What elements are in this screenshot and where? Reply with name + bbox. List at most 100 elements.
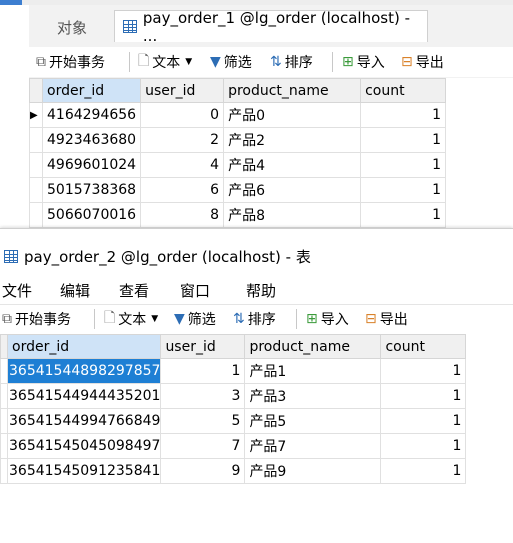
product-name-cell[interactable]: 产品6 [223,177,362,203]
filter-button[interactable]: ▼ 筛选 [174,308,216,330]
filter-label: 筛选 [223,55,252,71]
count-cell[interactable]: 1 [380,383,467,409]
export-label: 导出 [379,312,408,328]
user-id-cell[interactable]: 2 [140,127,225,153]
order-id-cell[interactable]: 36541545045098497 [6,433,162,459]
product-name-cell[interactable]: 产品4 [223,152,362,178]
table-row[interactable]: 4969601024 4 产品4 1 [29,152,447,178]
order-id-cell[interactable]: 4923463680 [41,127,142,153]
row-header [0,383,8,409]
user-id-cell[interactable]: 3 [160,383,246,409]
menu-window[interactable]: 窗口 [180,280,210,301]
filter-button[interactable]: ▼ 筛选 [210,51,252,73]
column-header-user-id[interactable]: user_id [140,78,225,103]
user-id-cell[interactable]: 9 [160,458,246,484]
export-button[interactable]: ⊟ 导出 [365,308,408,330]
column-header-order-id[interactable]: order_id [41,78,142,103]
text-label: 文本 [118,312,147,328]
table-icon [4,249,18,263]
table-row[interactable]: 36541544994766849 5 产品5 1 [0,408,467,434]
order-id-cell[interactable]: 5015738368 [41,177,142,203]
count-cell[interactable]: 1 [360,127,447,153]
order-id-cell[interactable]: 5066070016 [41,202,142,228]
import-button[interactable]: ⊞ 导入 [342,51,385,73]
import-label: 导入 [320,312,349,328]
user-id-cell[interactable]: 7 [160,433,246,459]
menu-file[interactable]: 文件 [2,280,32,301]
table-header-row: order_id user_id product_name count [0,334,467,359]
table-icon [123,20,137,33]
window-title-bar: pay_order_2 @lg_order (localhost) - 表 [4,243,311,269]
export-button[interactable]: ⊟ 导出 [401,51,444,73]
begin-transaction-button[interactable]: ⧉ 开始事务 [2,308,71,330]
text-dropdown-button[interactable]: 🗋 文本 ▼ [104,308,158,330]
column-header-product-name[interactable]: product_name [244,334,382,359]
row-header-corner [29,78,43,103]
document-icon: 🗋 [104,310,116,326]
sort-label: 排序 [284,55,313,71]
column-header-order-id[interactable]: order_id [6,334,162,359]
bottom-grid: order_id user_id product_name count 3654… [0,334,513,484]
column-header-count[interactable]: count [360,78,447,103]
begin-transaction-button[interactable]: ⧉ 开始事务 [36,51,105,73]
text-dropdown-button[interactable]: 🗋 文本 ▼ [138,51,192,73]
product-name-cell[interactable]: 产品5 [244,408,382,434]
count-cell[interactable]: 1 [380,408,467,434]
begin-transaction-label: 开始事务 [15,312,71,328]
sort-button[interactable]: ⇅ 排序 [233,308,276,330]
product-name-cell[interactable]: 产品1 [244,358,382,384]
menu-help[interactable]: 帮助 [246,280,276,301]
count-cell[interactable]: 1 [380,358,467,384]
row-header [29,202,43,228]
menu-view[interactable]: 查看 [119,280,149,301]
column-header-product-name[interactable]: product_name [223,78,362,103]
table-row[interactable]: 5066070016 8 产品8 1 [29,202,447,228]
count-cell[interactable]: 1 [380,433,467,459]
product-name-cell[interactable]: 产品3 [244,383,382,409]
top-grid: order_id user_id product_name count ▶ 41… [29,78,513,228]
tab-pay-order-1[interactable]: pay_order_1 @lg_order (localhost) - ... [114,9,428,45]
user-id-cell[interactable]: 1 [160,358,246,384]
column-header-count[interactable]: count [380,334,467,359]
count-cell[interactable]: 1 [360,102,447,128]
top-strip-left [0,0,22,5]
order-id-cell[interactable]: 4969601024 [41,152,142,178]
table-row[interactable]: 36541545091235841 9 产品9 1 [0,458,467,484]
table-row[interactable]: 4923463680 2 产品2 1 [29,127,447,153]
table-row[interactable]: 5015738368 6 产品6 1 [29,177,447,203]
order-id-cell[interactable]: 36541544944435201 [6,383,162,409]
table-header-row: order_id user_id product_name count [29,78,447,103]
table-row[interactable]: 36541544944435201 3 产品3 1 [0,383,467,409]
product-name-cell[interactable]: 产品0 [223,102,362,128]
user-id-cell[interactable]: 5 [160,408,246,434]
count-cell[interactable]: 1 [380,458,467,484]
product-name-cell[interactable]: 产品2 [223,127,362,153]
product-name-cell[interactable]: 产品7 [244,433,382,459]
count-cell[interactable]: 1 [360,152,447,178]
column-header-user-id[interactable]: user_id [160,334,246,359]
import-button[interactable]: ⊞ 导入 [306,308,349,330]
user-id-cell[interactable]: 0 [140,102,225,128]
table-row[interactable]: 36541544898297857 1 产品1 1 [0,358,467,384]
order-id-cell[interactable]: 36541544994766849 [6,408,162,434]
sort-button[interactable]: ⇅ 排序 [270,51,313,73]
sort-icon: ⇅ [270,54,282,70]
tab-objects[interactable]: 对象 [30,12,114,42]
menu-edit[interactable]: 编辑 [60,280,90,301]
order-id-cell[interactable]: 36541544898297857 [6,358,162,384]
order-id-cell[interactable]: 4164294656 [41,102,142,128]
table-row[interactable]: ▶ 4164294656 0 产品0 1 [29,102,447,128]
user-id-cell[interactable]: 6 [140,177,225,203]
product-name-cell[interactable]: 产品8 [223,202,362,228]
transaction-icon: ⧉ [2,311,12,327]
product-name-cell[interactable]: 产品9 [244,458,382,484]
user-id-cell[interactable]: 8 [140,202,225,228]
count-cell[interactable]: 1 [360,202,447,228]
table-row[interactable]: 36541545045098497 7 产品7 1 [0,433,467,459]
import-icon: ⊞ [306,311,318,327]
export-label: 导出 [415,55,444,71]
order-id-cell[interactable]: 36541545091235841 [6,458,162,484]
user-id-cell[interactable]: 4 [140,152,225,178]
import-icon: ⊞ [342,54,354,70]
count-cell[interactable]: 1 [360,177,447,203]
